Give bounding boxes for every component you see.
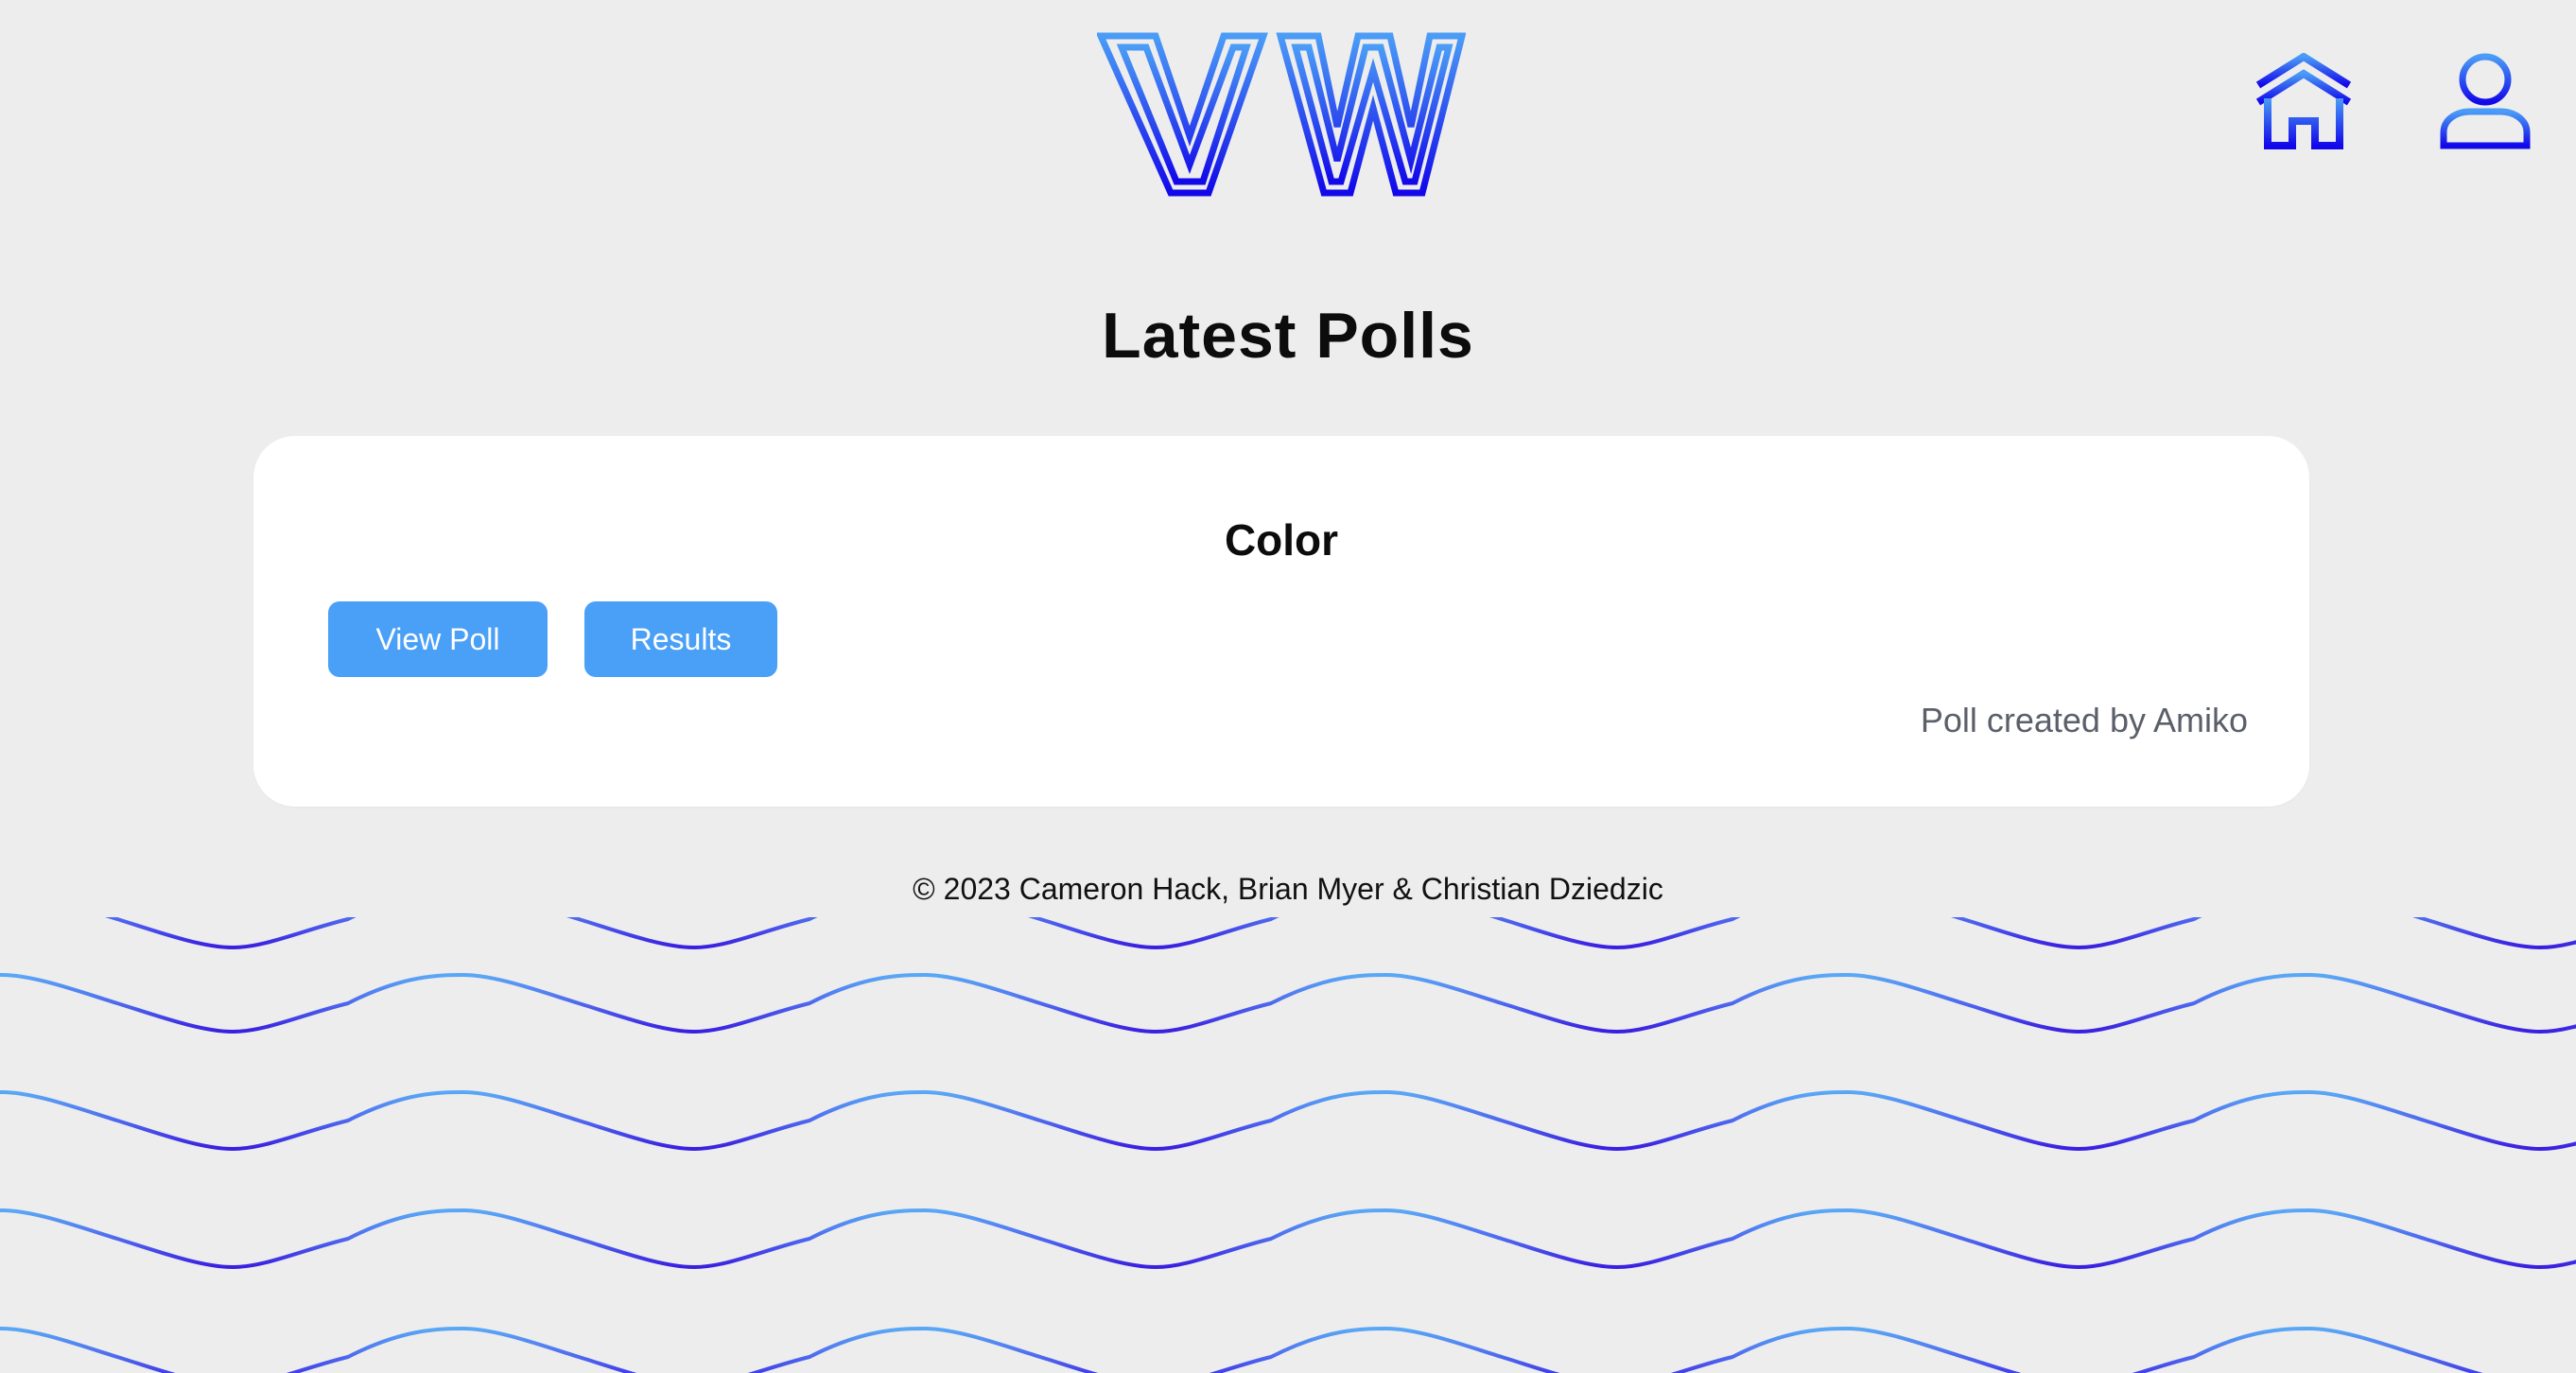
wave-line bbox=[0, 972, 2576, 1034]
results-button[interactable]: Results bbox=[584, 601, 777, 677]
wave-line bbox=[0, 1208, 2576, 1270]
home-icon[interactable] bbox=[2254, 53, 2353, 151]
vw-logo[interactable] bbox=[1097, 32, 1466, 200]
view-poll-button[interactable]: View Poll bbox=[328, 601, 548, 677]
footer-copyright: © 2023 Cameron Hack, Brian Myer & Christ… bbox=[913, 872, 1663, 906]
page-title: Latest Polls bbox=[1102, 300, 1474, 372]
wave-line bbox=[0, 1326, 2483, 1373]
wave-line bbox=[0, 908, 2576, 947]
wave-pattern bbox=[0, 908, 2576, 1373]
poll-author: Poll created by Amiko bbox=[1920, 701, 2248, 739]
poll-title: Color bbox=[1224, 515, 1339, 565]
user-icon[interactable] bbox=[2438, 53, 2532, 151]
poll-card: Color View Poll Results Poll created by … bbox=[253, 436, 2309, 807]
wave-line bbox=[0, 1089, 2576, 1152]
